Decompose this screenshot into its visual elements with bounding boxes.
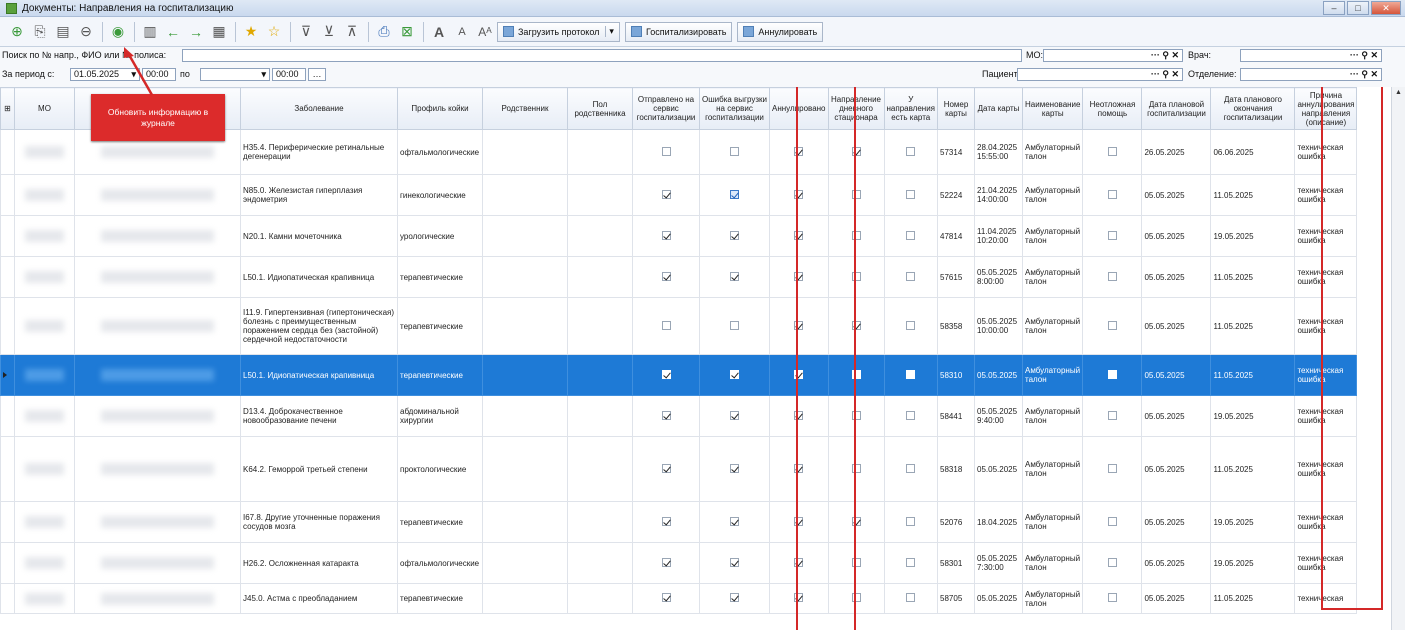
tooltip-arrow [124,47,154,96]
